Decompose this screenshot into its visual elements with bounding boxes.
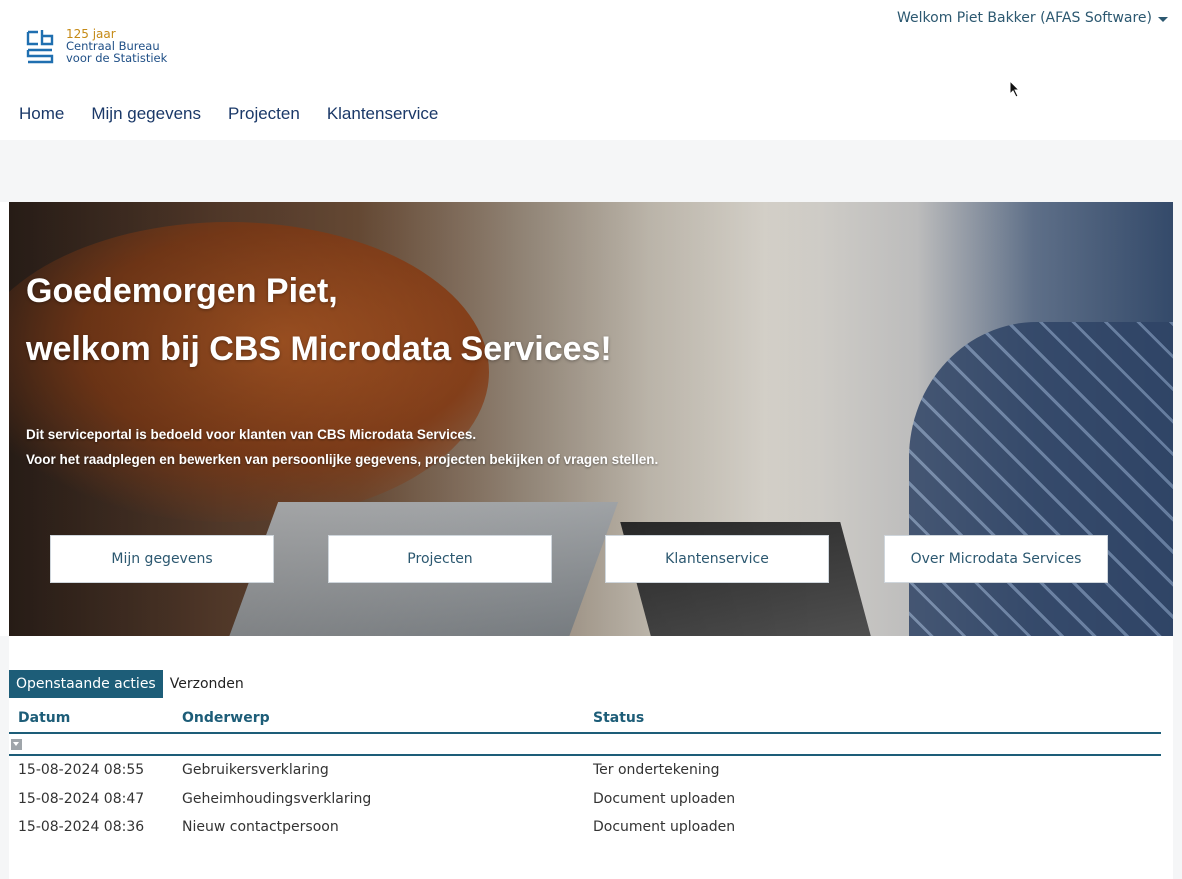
column-header-datum[interactable]: Datum bbox=[9, 710, 182, 726]
hero-title-line1: Goedemorgen Piet, bbox=[26, 272, 338, 310]
tab-verzonden[interactable]: Verzonden bbox=[162, 670, 251, 698]
mouse-cursor-icon bbox=[1009, 80, 1021, 98]
page-margin-left bbox=[0, 636, 9, 879]
cell-onderwerp: Geheimhoudingsverklaring bbox=[182, 790, 372, 807]
column-header-onderwerp[interactable]: Onderwerp bbox=[182, 710, 593, 726]
nav-mijn-gegevens[interactable]: Mijn gegevens bbox=[91, 104, 201, 124]
page-margin-right bbox=[1173, 202, 1182, 879]
projecten-button[interactable]: Projecten bbox=[328, 535, 552, 583]
cell-status: Ter ondertekening bbox=[593, 762, 720, 779]
logo-text: 125 jaar Centraal Bureau voor de Statist… bbox=[66, 28, 167, 64]
nav-home[interactable]: Home bbox=[19, 104, 64, 124]
cell-status: Document uploaden bbox=[593, 819, 736, 836]
cell-datum: 15-08-2024 08:47 bbox=[18, 790, 145, 807]
hero-title: Goedemorgen Piet, welkom bij CBS Microda… bbox=[26, 262, 612, 378]
header: 125 jaar Centraal Bureau voor de Statist… bbox=[0, 0, 1182, 140]
actions-tabs: Openstaande acties Verzonden bbox=[9, 670, 251, 698]
actions-table: Datum Onderwerp Status 15-08-2024 08:55 … bbox=[9, 704, 1161, 842]
cbs-logo-icon bbox=[26, 30, 54, 64]
caret-down-icon bbox=[1158, 17, 1168, 22]
table-header: Datum Onderwerp Status bbox=[9, 704, 1161, 734]
cell-datum: 15-08-2024 08:55 bbox=[18, 762, 145, 779]
mijn-gegevens-button[interactable]: Mijn gegevens bbox=[50, 535, 274, 583]
welcome-text: Welkom Piet Bakker (AFAS Software) bbox=[897, 10, 1152, 26]
user-menu[interactable]: Welkom Piet Bakker (AFAS Software) bbox=[897, 10, 1168, 26]
hero-desc-line2: Voor het raadplegen en bewerken van pers… bbox=[26, 452, 659, 467]
spacer-band bbox=[0, 140, 1182, 202]
table-row[interactable]: 15-08-2024 08:47 Geheimhoudingsverklarin… bbox=[9, 785, 1161, 814]
column-header-status[interactable]: Status bbox=[593, 710, 993, 726]
cell-onderwerp: Gebruikersverklaring bbox=[182, 762, 329, 779]
klantenservice-button[interactable]: Klantenservice bbox=[605, 535, 829, 583]
main-nav: Home Mijn gegevens Projecten Klantenserv… bbox=[19, 104, 465, 124]
tab-openstaande-acties[interactable]: Openstaande acties bbox=[9, 670, 163, 698]
hero-desc-line1: Dit serviceportal is bedoeld voor klante… bbox=[26, 427, 477, 442]
hero-banner: Goedemorgen Piet, welkom bij CBS Microda… bbox=[9, 202, 1173, 636]
table-row[interactable]: 15-08-2024 08:55 Gebruikersverklaring Te… bbox=[9, 756, 1161, 785]
cell-onderwerp: Nieuw contactpersoon bbox=[182, 819, 339, 836]
filter-toggle-icon[interactable] bbox=[11, 738, 22, 750]
nav-klantenservice[interactable]: Klantenservice bbox=[327, 104, 439, 124]
nav-projecten[interactable]: Projecten bbox=[228, 104, 300, 124]
cell-status: Document uploaden bbox=[593, 790, 736, 807]
over-microdata-services-button[interactable]: Over Microdata Services bbox=[884, 535, 1108, 583]
cbs-logo[interactable]: 125 jaar Centraal Bureau voor de Statist… bbox=[26, 28, 167, 68]
cell-datum: 15-08-2024 08:36 bbox=[18, 819, 145, 836]
logo-line2: voor de Statistiek bbox=[66, 51, 168, 65]
filter-row bbox=[9, 734, 1161, 756]
hero-description: Dit serviceportal is bedoeld voor klante… bbox=[26, 422, 658, 472]
table-row[interactable]: 15-08-2024 08:36 Nieuw contactpersoon Do… bbox=[9, 813, 1161, 842]
hero-title-line2: welkom bij CBS Microdata Services! bbox=[26, 330, 612, 368]
